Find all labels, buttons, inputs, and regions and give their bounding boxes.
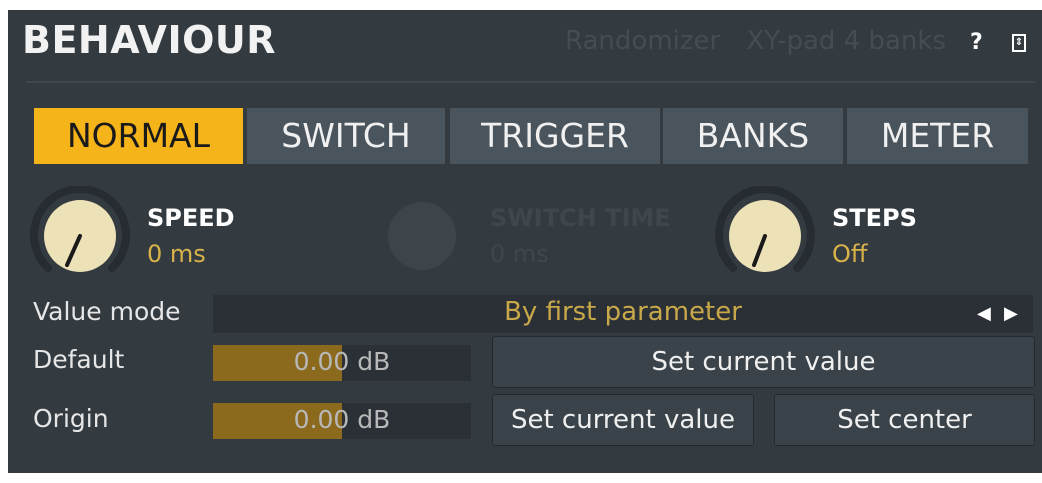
panel-header: BEHAVIOUR Randomizer XY-pad 4 banks ? ⇕ <box>8 10 1042 83</box>
tab-meter[interactable]: METER <box>847 108 1028 164</box>
tab-banks[interactable]: BANKS <box>663 108 843 164</box>
origin-slider[interactable]: 0.00 dB <box>213 403 471 439</box>
next-arrow-icon[interactable]: ▶ <box>1004 303 1018 324</box>
steps-label: STEPS <box>832 204 917 232</box>
switch-time-control: SWITCH TIME 0 ms <box>388 186 688 286</box>
default-value: 0.00 dB <box>293 347 391 376</box>
help-icon[interactable]: ? <box>970 30 983 55</box>
tab-normal[interactable]: NORMAL <box>34 108 243 164</box>
xy-pad-link[interactable]: XY-pad 4 banks <box>746 26 946 56</box>
origin-set-center-button[interactable]: Set center <box>774 394 1035 446</box>
origin-label: Origin <box>33 404 109 433</box>
speed-label: SPEED <box>147 204 235 232</box>
tab-trigger[interactable]: TRIGGER <box>450 108 660 164</box>
speed-knob[interactable] <box>30 186 130 286</box>
collapse-icon[interactable]: ⇕ <box>1012 34 1026 52</box>
value-mode-selector[interactable]: By first parameter ◀ ▶ <box>213 295 1033 333</box>
default-slider[interactable]: 0.00 dB <box>213 345 471 381</box>
header-divider <box>26 81 1036 83</box>
origin-set-current-button[interactable]: Set current value <box>492 394 754 446</box>
origin-value: 0.00 dB <box>293 405 391 434</box>
switch-time-value: 0 ms <box>490 240 549 268</box>
panel-title: BEHAVIOUR <box>22 18 277 62</box>
speed-value[interactable]: 0 ms <box>147 240 206 268</box>
steps-control: STEPS Off <box>715 186 1015 286</box>
default-label: Default <box>33 345 125 374</box>
value-mode-value: By first parameter <box>504 297 742 327</box>
prev-arrow-icon[interactable]: ◀ <box>977 303 991 324</box>
speed-control: SPEED 0 ms <box>30 186 330 286</box>
steps-knob[interactable] <box>715 186 815 286</box>
header-links: Randomizer XY-pad 4 banks <box>547 26 946 56</box>
steps-value[interactable]: Off <box>832 240 867 268</box>
value-mode-label: Value mode <box>33 297 181 326</box>
switch-time-label: SWITCH TIME <box>490 204 671 232</box>
tab-switch[interactable]: SWITCH <box>247 108 445 164</box>
default-set-current-button[interactable]: Set current value <box>492 336 1035 388</box>
randomizer-link[interactable]: Randomizer <box>565 26 720 56</box>
switch-time-knob <box>388 202 456 270</box>
